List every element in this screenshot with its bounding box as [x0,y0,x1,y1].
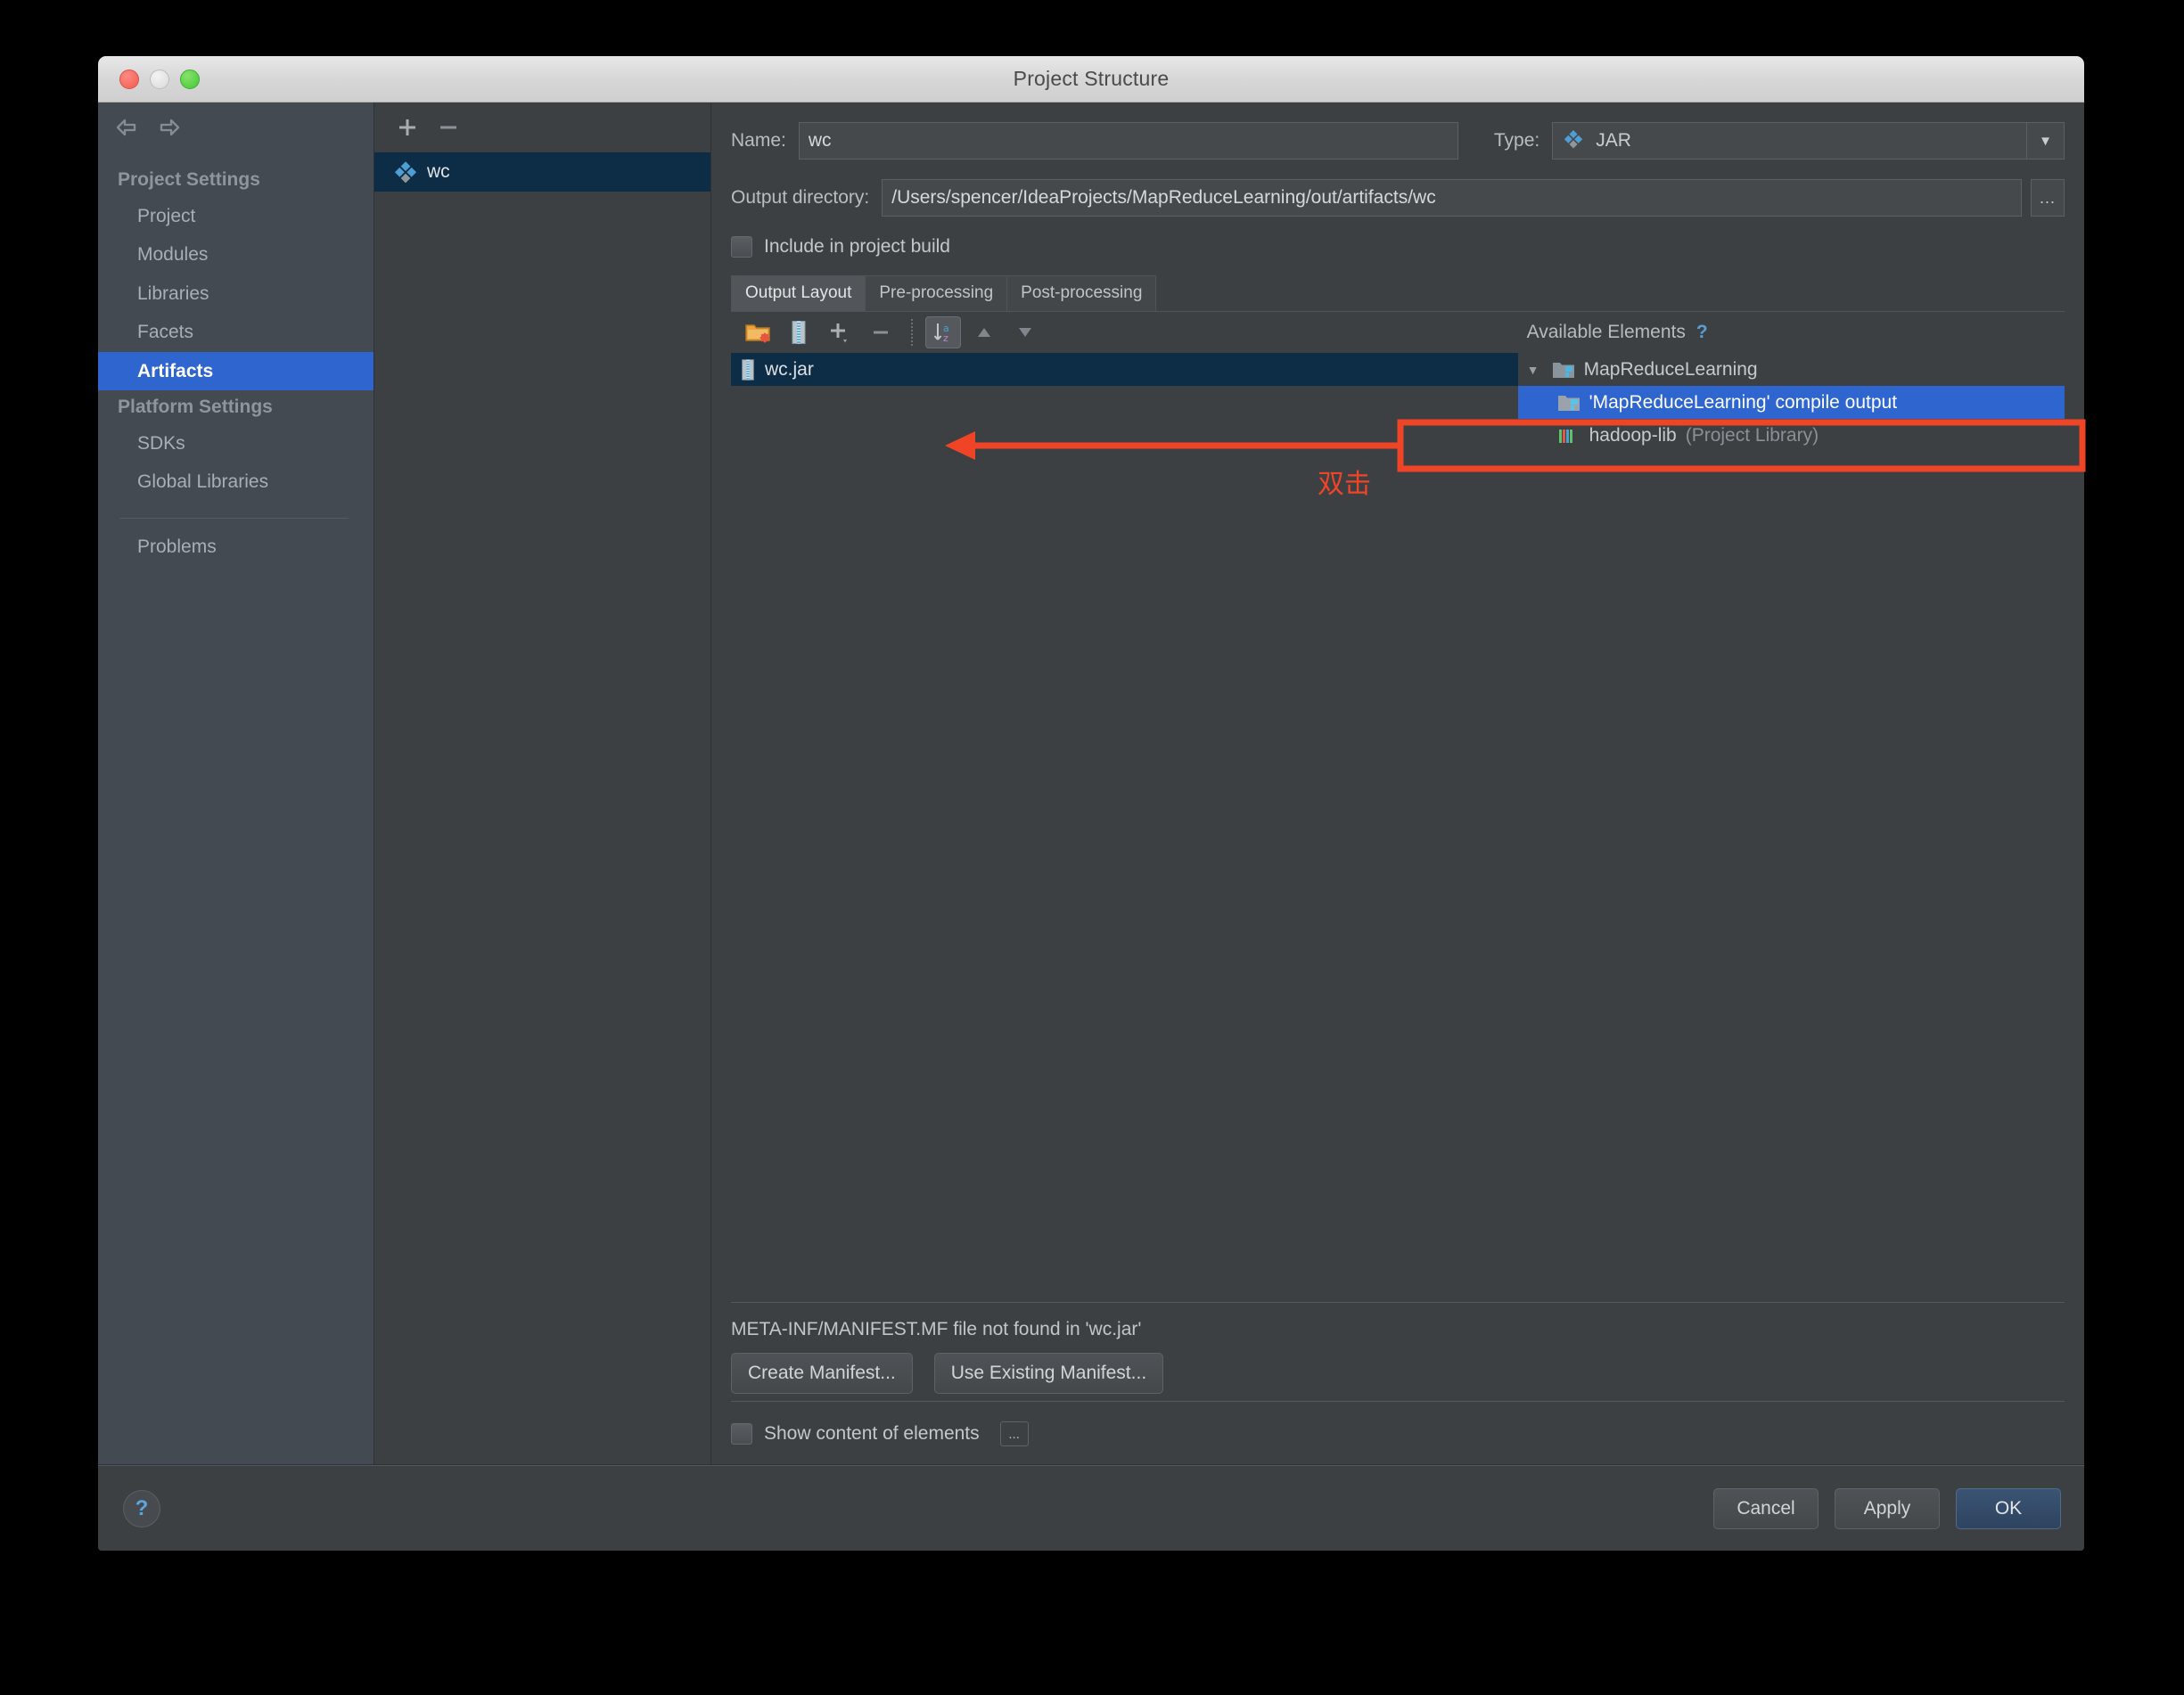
sidebar-divider [119,517,349,519]
tab-output-layout[interactable]: Output Layout [731,275,866,311]
type-label: Type: [1493,130,1540,151]
arrow-left-icon[interactable] [113,114,140,141]
help-question-icon[interactable]: ? [1696,322,1708,343]
artifact-list-item-wc[interactable]: wc [374,152,710,192]
browse-output-directory-button[interactable]: ... [2031,179,2065,217]
jar-type-diamond-icon [1564,129,1587,152]
available-tree-row-hadoop-lib[interactable]: hadoop-lib (Project Library) [1518,419,2065,452]
add-artifact-button[interactable] [394,114,421,141]
name-label: Name: [731,130,786,151]
include-in-project-build-row[interactable]: Include in project build [731,236,2065,258]
dialog-bottom-bar: ? Cancel Apply OK [98,1465,2084,1551]
settings-nav-list: Project Settings Project Modules Librari… [98,152,374,566]
jar-icon [740,358,756,381]
cancel-button[interactable]: Cancel [1713,1487,1819,1529]
sidebar-item-artifacts[interactable]: Artifacts [98,351,374,390]
sort-az-icon[interactable]: a z [925,316,961,348]
output-tree-row-label: wc.jar [765,358,814,380]
sidebar-item-problems[interactable]: Problems [98,528,374,566]
output-directory-input[interactable] [882,179,2022,217]
output-directory-label: Output directory: [731,187,870,208]
module-folder-icon [1552,360,1575,380]
sidebar-navigation [98,102,374,152]
available-elements-title: Available Elements [1526,322,1686,342]
minus-icon[interactable] [863,316,899,348]
available-tree-row-compile-output[interactable]: 'MapReduceLearning' compile output [1517,386,2065,419]
svg-text:z: z [943,332,948,344]
close-button[interactable] [119,69,139,89]
artifact-detail-panel: Name: Type: JAR ▼ [711,102,2084,1464]
artifact-type-value: JAR [1596,130,1631,151]
arrow-right-icon[interactable] [156,114,183,141]
include-in-project-build-label: Include in project build [764,236,950,257]
minimize-button[interactable] [150,69,169,89]
available-tree-row-label: MapReduceLearning [1583,358,1758,380]
artifact-list-item-label: wc [427,161,450,182]
plus-dropdown-icon[interactable] [822,316,858,348]
available-tree-row-label: 'MapReduceLearning' compile output [1589,391,1898,413]
artifacts-toolbar [374,102,710,152]
sidebar-item-global-libraries[interactable]: Global Libraries [98,463,374,501]
use-existing-manifest-button[interactable]: Use Existing Manifest... [933,1353,1164,1394]
remove-artifact-button[interactable] [435,114,462,141]
create-archive-jar-icon[interactable] [781,316,817,348]
tab-post-processing[interactable]: Post-processing [1006,275,1157,311]
artifact-type-combo[interactable]: JAR ▼ [1552,122,2065,160]
output-layout-column: a z wc.jar [731,312,1518,1302]
apply-button[interactable]: Apply [1835,1487,1940,1529]
manifest-message: META-INF/MANIFEST.MF file not found in '… [731,1319,1142,1339]
window-body: Project Settings Project Modules Librari… [98,102,2084,1465]
window-titlebar: Project Structure [98,56,2084,102]
chevron-down-icon[interactable]: ▼ [2026,123,2064,159]
available-elements-column: Available Elements ? ▼ MapReduceLearning… [1517,312,2065,1302]
output-tree-row-wc-jar[interactable]: wc.jar [731,353,1518,386]
artifact-diamond-icon [394,160,417,184]
available-tree-row-module[interactable]: ▼ MapReduceLearning [1518,353,2065,386]
show-content-of-elements-row[interactable]: Show content of elements ... [731,1401,2065,1464]
available-tree-row-suffix: (Project Library) [1685,424,1819,446]
name-type-row: Name: Type: JAR ▼ [731,122,2065,160]
zoom-button[interactable] [180,69,200,89]
ok-button[interactable]: OK [1956,1487,2061,1529]
artifact-tabs: Output Layout Pre-processing Post-proces… [731,275,2065,312]
sidebar-group-platform-settings: Platform Settings [118,396,273,417]
sidebar-group-project-settings: Project Settings [118,169,260,190]
module-compile-output-folder-icon [1557,393,1581,413]
sidebar-item-libraries[interactable]: Libraries [98,274,374,313]
manifest-buttons: Create Manifest... Use Existing Manifest… [731,1353,2065,1394]
project-structure-window: Project Structure Project Settings Proje… [98,56,2084,1551]
library-icon [1557,426,1581,446]
help-button[interactable]: ? [123,1489,160,1527]
available-tree-row-label: hadoop-lib [1589,424,1677,446]
output-layout-toolbar: a z [731,312,1518,353]
available-elements-header: Available Elements ? [1518,312,2065,353]
settings-sidebar: Project Settings Project Modules Librari… [98,102,374,1464]
output-layout-area: a z wc.jar Available Elements ? ▼ MapRed… [731,312,2065,1302]
create-manifest-button[interactable]: Create Manifest... [731,1353,913,1394]
window-title: Project Structure [1013,67,1170,90]
sidebar-item-sdks[interactable]: SDKs [98,424,374,463]
tab-pre-processing[interactable]: Pre-processing [865,275,1008,311]
manifest-section: META-INF/MANIFEST.MF file not found in '… [731,1302,2065,1401]
dialog-actions: Cancel Apply OK [1713,1487,2061,1529]
triangle-down-icon[interactable] [1007,316,1043,348]
show-content-of-elements-checkbox[interactable] [731,1423,752,1445]
include-in-project-build-checkbox[interactable] [731,236,752,258]
show-content-options-button[interactable]: ... [999,1421,1029,1446]
sidebar-item-facets[interactable]: Facets [98,313,374,351]
expander-triangle-icon[interactable]: ▼ [1527,363,1543,377]
triangle-up-icon[interactable] [966,316,1002,348]
artifact-name-input[interactable] [798,122,1458,160]
output-directory-row: Output directory: ... [731,179,2065,217]
toolbar-divider [911,319,913,346]
annotation-double-click-label: 双击 [1318,469,1371,500]
window-controls [119,56,200,102]
show-content-of-elements-label: Show content of elements [764,1423,980,1444]
artifacts-list-panel: wc [374,102,711,1464]
sidebar-item-project[interactable]: Project [98,197,374,235]
sidebar-item-modules[interactable]: Modules [98,235,374,274]
folder-add-icon[interactable] [740,316,776,348]
